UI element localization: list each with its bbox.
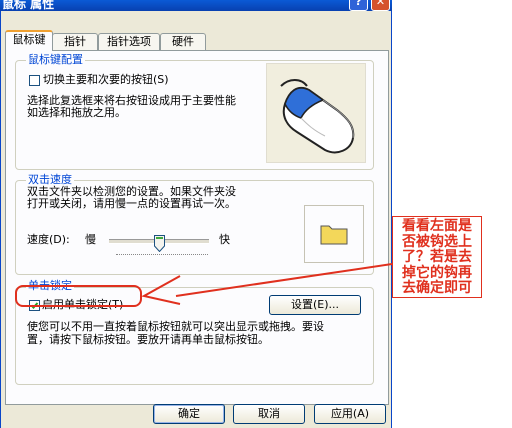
apply-button[interactable]: 应用(A)	[314, 404, 386, 424]
annotation-note: 看看左面是否被钩选上了？若是去掉它的钩再去确定即可	[392, 216, 482, 298]
switch-buttons-description-2: 如选择和拖放之用。	[27, 106, 126, 119]
tab-buttons[interactable]: 鼠标键	[5, 30, 53, 51]
tab-hardware[interactable]: 硬件	[160, 33, 206, 50]
mouse-image	[266, 63, 366, 163]
close-button[interactable]: ✕	[371, 0, 390, 11]
tab-pointer-options[interactable]: 指针选项	[98, 33, 160, 50]
double-click-description-2: 打开或关闭，请用慢一点的设置再试一次。	[27, 197, 236, 210]
tab-pointers[interactable]: 指针	[52, 33, 98, 50]
switch-buttons-label[interactable]: 切换主要和次要的按钮(S)	[43, 73, 169, 87]
fast-label: 快	[219, 233, 230, 246]
click-lock-description-2: 置，请按下鼠标按钮。要放开请再单击鼠标按钮。	[27, 333, 269, 346]
help-button[interactable]: ?	[349, 0, 368, 11]
ok-button[interactable]: 确定	[153, 404, 225, 424]
speed-label: 速度(D):	[27, 233, 70, 246]
highlight-oval	[15, 285, 142, 307]
slow-label: 慢	[85, 233, 96, 246]
annotation-arrow-icon	[141, 263, 393, 305]
mouse-illustration-icon	[280, 79, 355, 154]
click-lock-description: 使您可以不用一直按着鼠标按钮就可以突出显示或拖拽。要设	[27, 320, 324, 333]
button-config-title: 鼠标键配置	[26, 51, 85, 67]
title-bar[interactable]: 鼠标 属性 ? ✕	[0, 0, 392, 11]
mouse-properties-dialog: 鼠标键 指针 指针选项 硬件 鼠标键配置 切换主要和次要的按钮(S) 选择此复选…	[0, 11, 392, 428]
cancel-button[interactable]: 取消	[233, 404, 305, 424]
switch-buttons-checkbox[interactable]	[29, 75, 40, 86]
window-title: 鼠标 属性	[2, 0, 55, 11]
